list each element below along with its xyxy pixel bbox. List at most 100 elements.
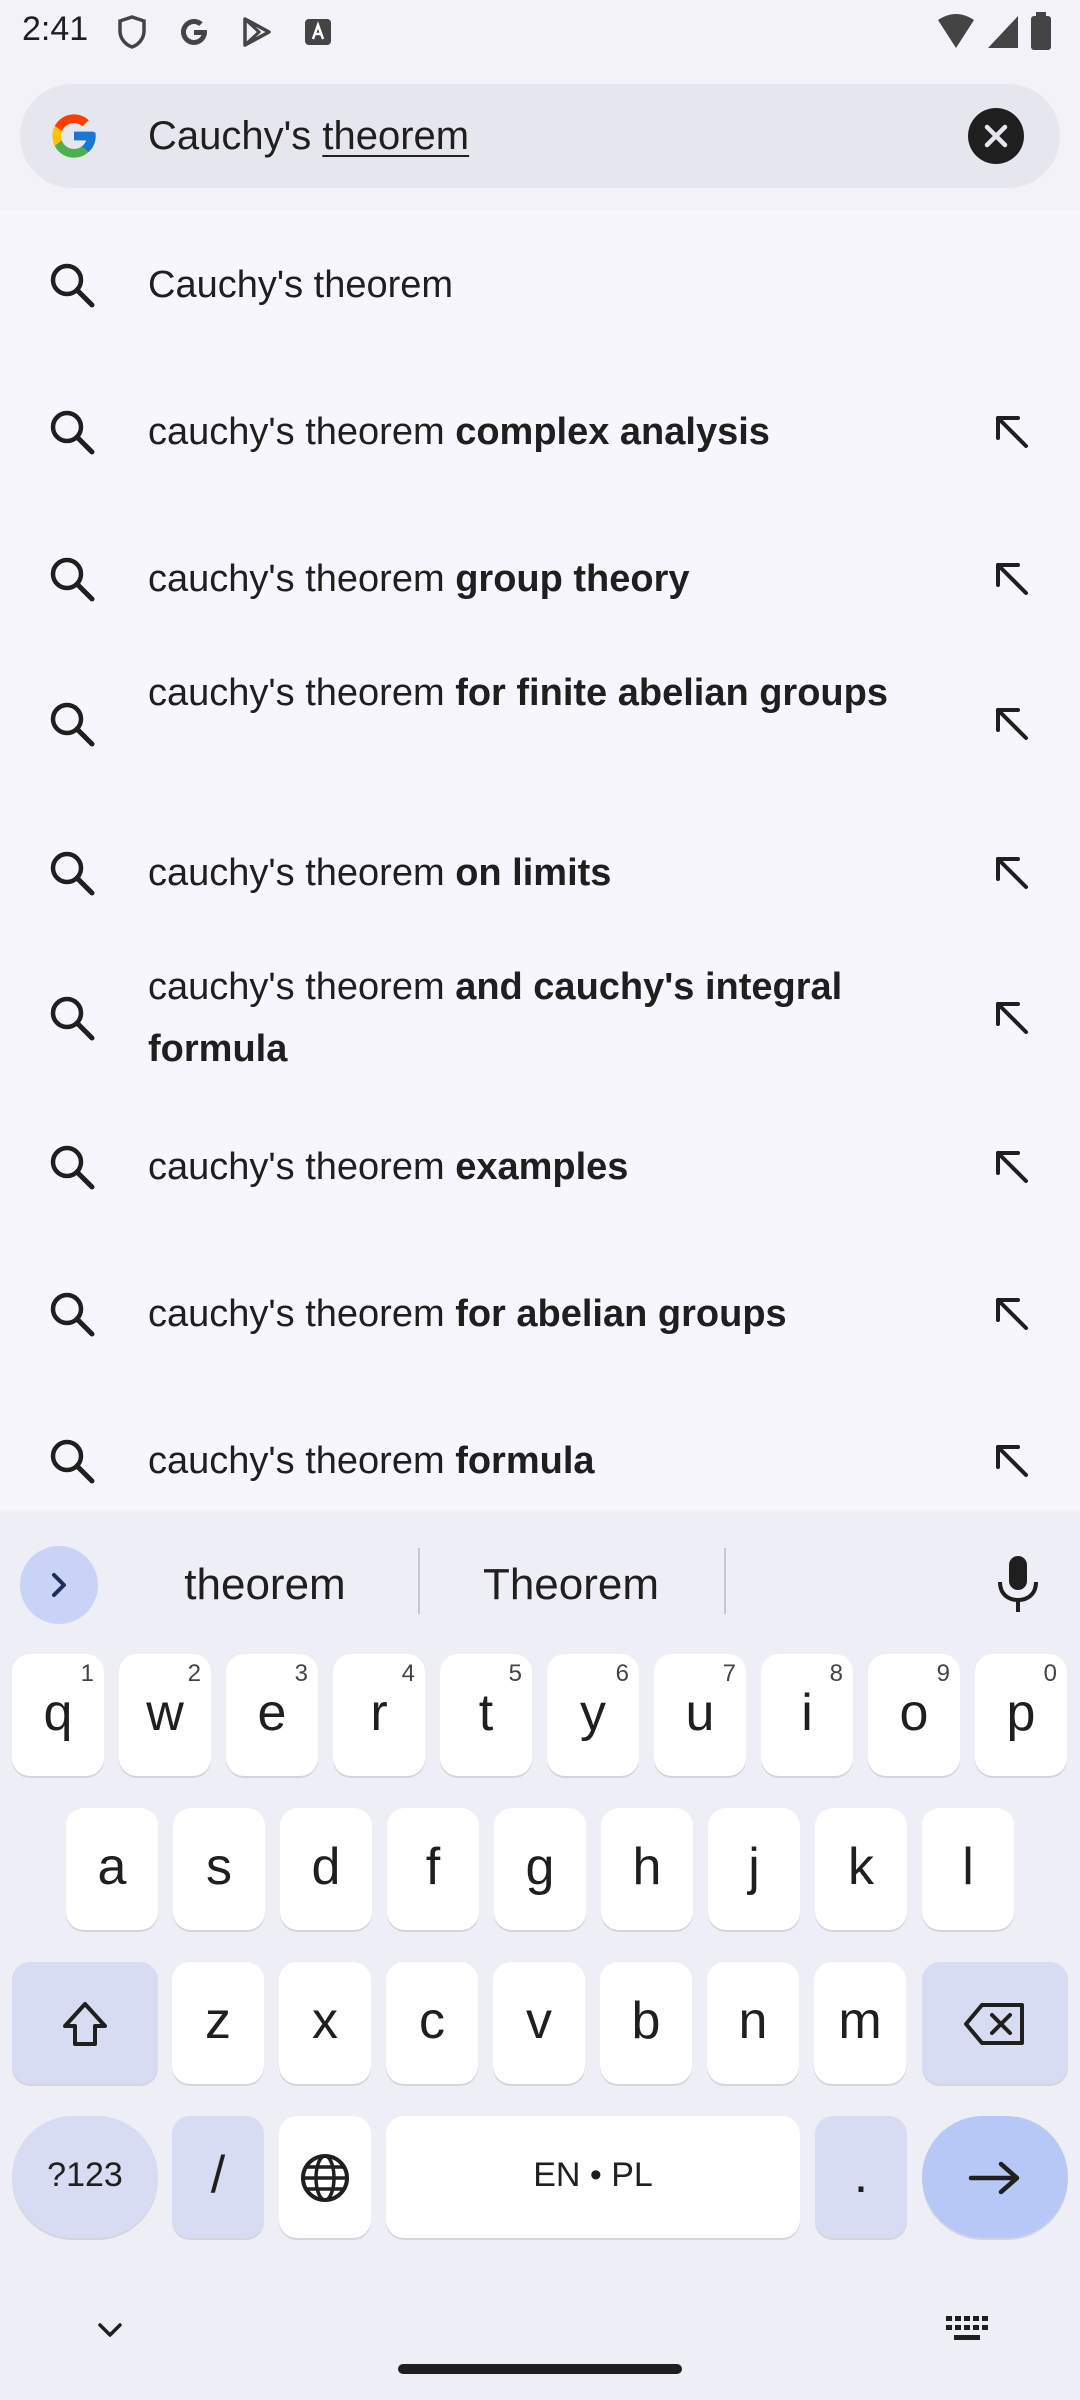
key-hint-number: 5	[508, 1660, 522, 1687]
fill-query-arrow-icon[interactable]	[984, 1433, 1040, 1489]
fill-query-arrow-icon[interactable]	[984, 1286, 1040, 1342]
close-icon	[984, 124, 1008, 148]
keyboard-suggestion[interactable]: theorem	[130, 1546, 400, 1624]
key-e-label: e	[257, 1684, 287, 1742]
suggestion-item[interactable]: cauchy's theorem examples	[0, 1092, 1080, 1242]
suggestion-item[interactable]: cauchy's theorem formula	[0, 1386, 1080, 1510]
enter-key[interactable]	[922, 2116, 1068, 2238]
search-icon	[44, 1139, 100, 1195]
key-e[interactable]: e3	[226, 1654, 318, 1776]
hide-keyboard-icon[interactable]	[90, 2310, 130, 2350]
key-l-label: l	[962, 1838, 974, 1896]
fill-query-arrow-icon[interactable]	[984, 404, 1040, 460]
suggestion-item[interactable]: cauchy's theorem on limits	[0, 798, 1080, 948]
fill-query-arrow-icon[interactable]	[984, 696, 1040, 752]
period-key[interactable]: .	[815, 2116, 907, 2238]
key-l[interactable]: l	[922, 1808, 1014, 1930]
key-v-label: v	[526, 1992, 552, 2050]
suggestion-text-normal: cauchy's theorem	[148, 1440, 456, 1482]
suggestion-item[interactable]: cauchy's theorem and cauchy's integral f…	[0, 934, 1080, 1102]
key-b-label: b	[631, 1992, 661, 2050]
search-icon	[44, 1433, 100, 1489]
key-c[interactable]: c	[386, 1962, 478, 2084]
symbols-key-label: ?123	[47, 2156, 123, 2194]
clear-button[interactable]	[968, 108, 1024, 164]
key-q[interactable]: q1	[12, 1654, 104, 1776]
suggestion-item[interactable]: cauchy's theorem group theory	[0, 504, 1080, 654]
suggestion-item[interactable]: cauchy's theorem complex analysis	[0, 357, 1080, 507]
key-y[interactable]: y6	[547, 1654, 639, 1776]
key-i[interactable]: i8	[761, 1654, 853, 1776]
search-icon	[44, 1286, 100, 1342]
suggestion-item[interactable]: cauchy's theorem for finite abelian grou…	[0, 640, 1080, 808]
key-x[interactable]: x	[279, 1962, 371, 2084]
key-g-label: g	[525, 1838, 555, 1896]
wifi-icon	[936, 14, 976, 55]
key-o[interactable]: o9	[868, 1654, 960, 1776]
key-p[interactable]: p0	[975, 1654, 1067, 1776]
keyboard: theorem Theorem q1w2e3r4t5y6u7i8o9p0asdf…	[0, 1512, 1080, 2400]
key-z[interactable]: z	[172, 1962, 264, 2084]
search-icon	[44, 551, 100, 607]
key-i-label: i	[801, 1684, 813, 1742]
key-a[interactable]: a	[66, 1808, 158, 1930]
key-h[interactable]: h	[601, 1808, 693, 1930]
space-key-label: EN • PL	[533, 2156, 653, 2194]
home-handle[interactable]	[398, 2364, 682, 2374]
arrow-right-icon	[968, 2162, 1020, 2195]
search-icon	[44, 845, 100, 901]
key-w[interactable]: w2	[119, 1654, 211, 1776]
suggestion-text-normal: cauchy's theorem	[148, 1146, 456, 1188]
key-d[interactable]: d	[280, 1808, 372, 1930]
language-key[interactable]	[279, 2116, 371, 2238]
key-p-label: p	[1006, 1684, 1036, 1742]
key-a-label: a	[97, 1838, 127, 1896]
key-u[interactable]: u7	[654, 1654, 746, 1776]
slash-key[interactable]: /	[172, 2116, 264, 2238]
shift-icon	[63, 2002, 107, 2047]
key-j[interactable]: j	[708, 1808, 800, 1930]
key-d-label: d	[311, 1838, 341, 1896]
suggestion-text-normal: cauchy's theorem	[148, 411, 456, 453]
expand-toolbar-button[interactable]	[20, 1546, 98, 1624]
search-input[interactable]: Cauchy's theorem	[148, 102, 938, 170]
key-k[interactable]: k	[815, 1808, 907, 1930]
shift-key[interactable]	[12, 1962, 158, 2084]
key-f-label: f	[425, 1838, 441, 1896]
key-t[interactable]: t5	[440, 1654, 532, 1776]
suggestion-item[interactable]: cauchy's theorem for abelian groups	[0, 1239, 1080, 1389]
key-s[interactable]: s	[173, 1808, 265, 1930]
key-n[interactable]: n	[707, 1962, 799, 2084]
key-m[interactable]: m	[814, 1962, 906, 2084]
key-b[interactable]: b	[600, 1962, 692, 2084]
fill-query-arrow-icon[interactable]	[984, 551, 1040, 607]
signal-icon	[986, 14, 1020, 55]
key-k-label: k	[848, 1838, 874, 1896]
key-hint-number: 7	[722, 1660, 736, 1687]
suggestion-text: cauchy's theorem examples	[148, 1136, 908, 1198]
chevron-right-icon	[52, 1573, 66, 1597]
suggestion-text: cauchy's theorem on limits	[148, 842, 908, 904]
key-z-label: z	[205, 1992, 231, 2050]
fill-query-arrow-icon[interactable]	[984, 1139, 1040, 1195]
keyboard-suggestion[interactable]: Theorem	[436, 1546, 706, 1624]
key-o-label: o	[899, 1684, 929, 1742]
google-logo-icon[interactable]	[48, 110, 100, 162]
key-g[interactable]: g	[494, 1808, 586, 1930]
symbols-key[interactable]: ?123	[12, 2116, 158, 2238]
backspace-key[interactable]	[922, 1962, 1068, 2084]
key-r[interactable]: r4	[333, 1654, 425, 1776]
suggestion-text-bold: for abelian groups	[455, 1293, 787, 1335]
period-key-label: .	[853, 2146, 869, 2204]
key-v[interactable]: v	[493, 1962, 585, 2084]
fill-query-arrow-icon[interactable]	[984, 990, 1040, 1046]
suggestion-item[interactable]: Cauchy's theorem	[0, 210, 1080, 360]
play-games-icon	[236, 12, 276, 52]
key-f[interactable]: f	[387, 1808, 479, 1930]
fill-query-arrow-icon[interactable]	[984, 845, 1040, 901]
key-hint-number: 0	[1043, 1660, 1057, 1687]
microphone-icon[interactable]	[990, 1552, 1046, 1618]
keyboard-switch-icon[interactable]	[944, 2312, 990, 2346]
key-j-label: j	[748, 1838, 760, 1896]
space-key[interactable]: EN • PL	[386, 2116, 800, 2238]
